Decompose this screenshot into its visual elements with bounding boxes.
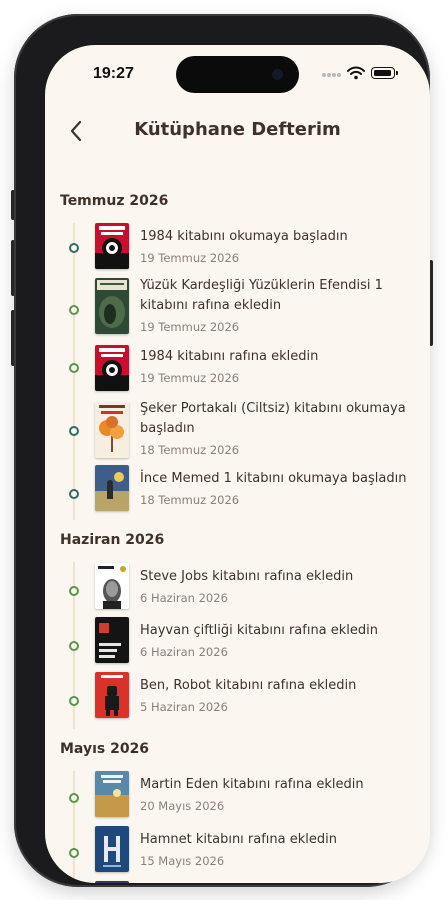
timeline-dot <box>69 489 79 499</box>
phone-frame: 19:27 Kütüphane Defterim Temmuz 2026 198… <box>14 14 430 887</box>
timeline-dot <box>69 848 79 858</box>
timeline-dot <box>69 793 79 803</box>
book-cover-hamnet <box>95 826 129 872</box>
book-cover-partial <box>95 881 129 883</box>
book-cover-ben-robot <box>95 672 129 718</box>
app-screen: 19:27 Kütüphane Defterim Temmuz 2026 198… <box>45 45 430 883</box>
activity-date: 18 Temmuz 2026 <box>140 493 240 507</box>
activity-date: 19 Temmuz 2026 <box>140 251 240 265</box>
activity-text: Şeker Portakalı (Ciltsiz) kitabını okuma… <box>140 401 406 436</box>
book-cover-hayvan-ciftligi <box>95 617 129 663</box>
book-cover-ince-memed <box>95 465 129 511</box>
activity-text: Ben, Robot kitabını rafına ekledin <box>140 678 357 693</box>
timeline-dot <box>69 243 79 253</box>
dynamic-island <box>176 56 299 93</box>
timeline-dot <box>69 363 79 373</box>
book-cover-1984 <box>95 345 129 391</box>
timeline-dot <box>69 426 79 436</box>
book-cover-martin-eden <box>95 771 129 817</box>
camera-icon <box>272 69 283 80</box>
timeline-dot <box>69 305 79 315</box>
book-cover-yuzuk-kardesligi <box>95 278 129 334</box>
activity-date: 15 Mayıs 2026 <box>140 854 225 868</box>
book-cover-1984 <box>95 223 129 269</box>
wifi-icon <box>347 66 365 80</box>
activity-date: 5 Haziran 2026 <box>140 700 228 714</box>
navigation-bar: Kütüphane Defterim <box>45 113 430 149</box>
section-title-mayis: Mayıs 2026 <box>60 741 150 757</box>
activity-text: 1984 kitabını okumaya başladın <box>140 229 348 244</box>
timeline-dot <box>69 586 79 596</box>
book-cover-seker-portakali <box>95 402 129 458</box>
activity-text: Martin Eden kitabını rafına ekledin <box>140 777 364 792</box>
activity-text: Hamnet kitabını rafına ekledin <box>140 832 337 847</box>
activity-text: Hayvan çiftliği kitabını rafına ekledin <box>140 623 379 638</box>
activity-text: 1984 kitabını rafına ekledin <box>140 349 319 364</box>
activity-date: 6 Haziran 2026 <box>140 591 228 605</box>
battery-icon <box>371 67 398 79</box>
activity-text: Steve Jobs kitabını rafına ekledin <box>140 569 354 584</box>
timeline-dot <box>69 641 79 651</box>
section-title-haziran: Haziran 2026 <box>60 532 165 548</box>
activity-date: 19 Temmuz 2026 <box>140 320 240 334</box>
activity-date: 19 Temmuz 2026 <box>140 371 240 385</box>
timeline-dot <box>69 696 79 706</box>
activity-text: İnce Memed 1 kitabını okumaya başladın <box>140 471 407 486</box>
section-title-temmuz: Temmuz 2026 <box>60 193 169 209</box>
signal-icon <box>322 73 341 77</box>
activity-date: 20 Mayıs 2026 <box>140 799 225 813</box>
status-bar: 19:27 <box>45 45 430 101</box>
book-cover-steve-jobs <box>95 563 129 609</box>
page-title: Kütüphane Defterim <box>134 119 341 140</box>
activity-date: 18 Temmuz 2026 <box>140 443 240 457</box>
activity-date: 6 Haziran 2026 <box>140 645 228 659</box>
activity-text: Yüzük Kardeşliği Yüzüklerin Efendisi 1 k… <box>140 278 383 313</box>
status-time: 19:27 <box>93 65 134 82</box>
timeline-line <box>73 771 75 883</box>
